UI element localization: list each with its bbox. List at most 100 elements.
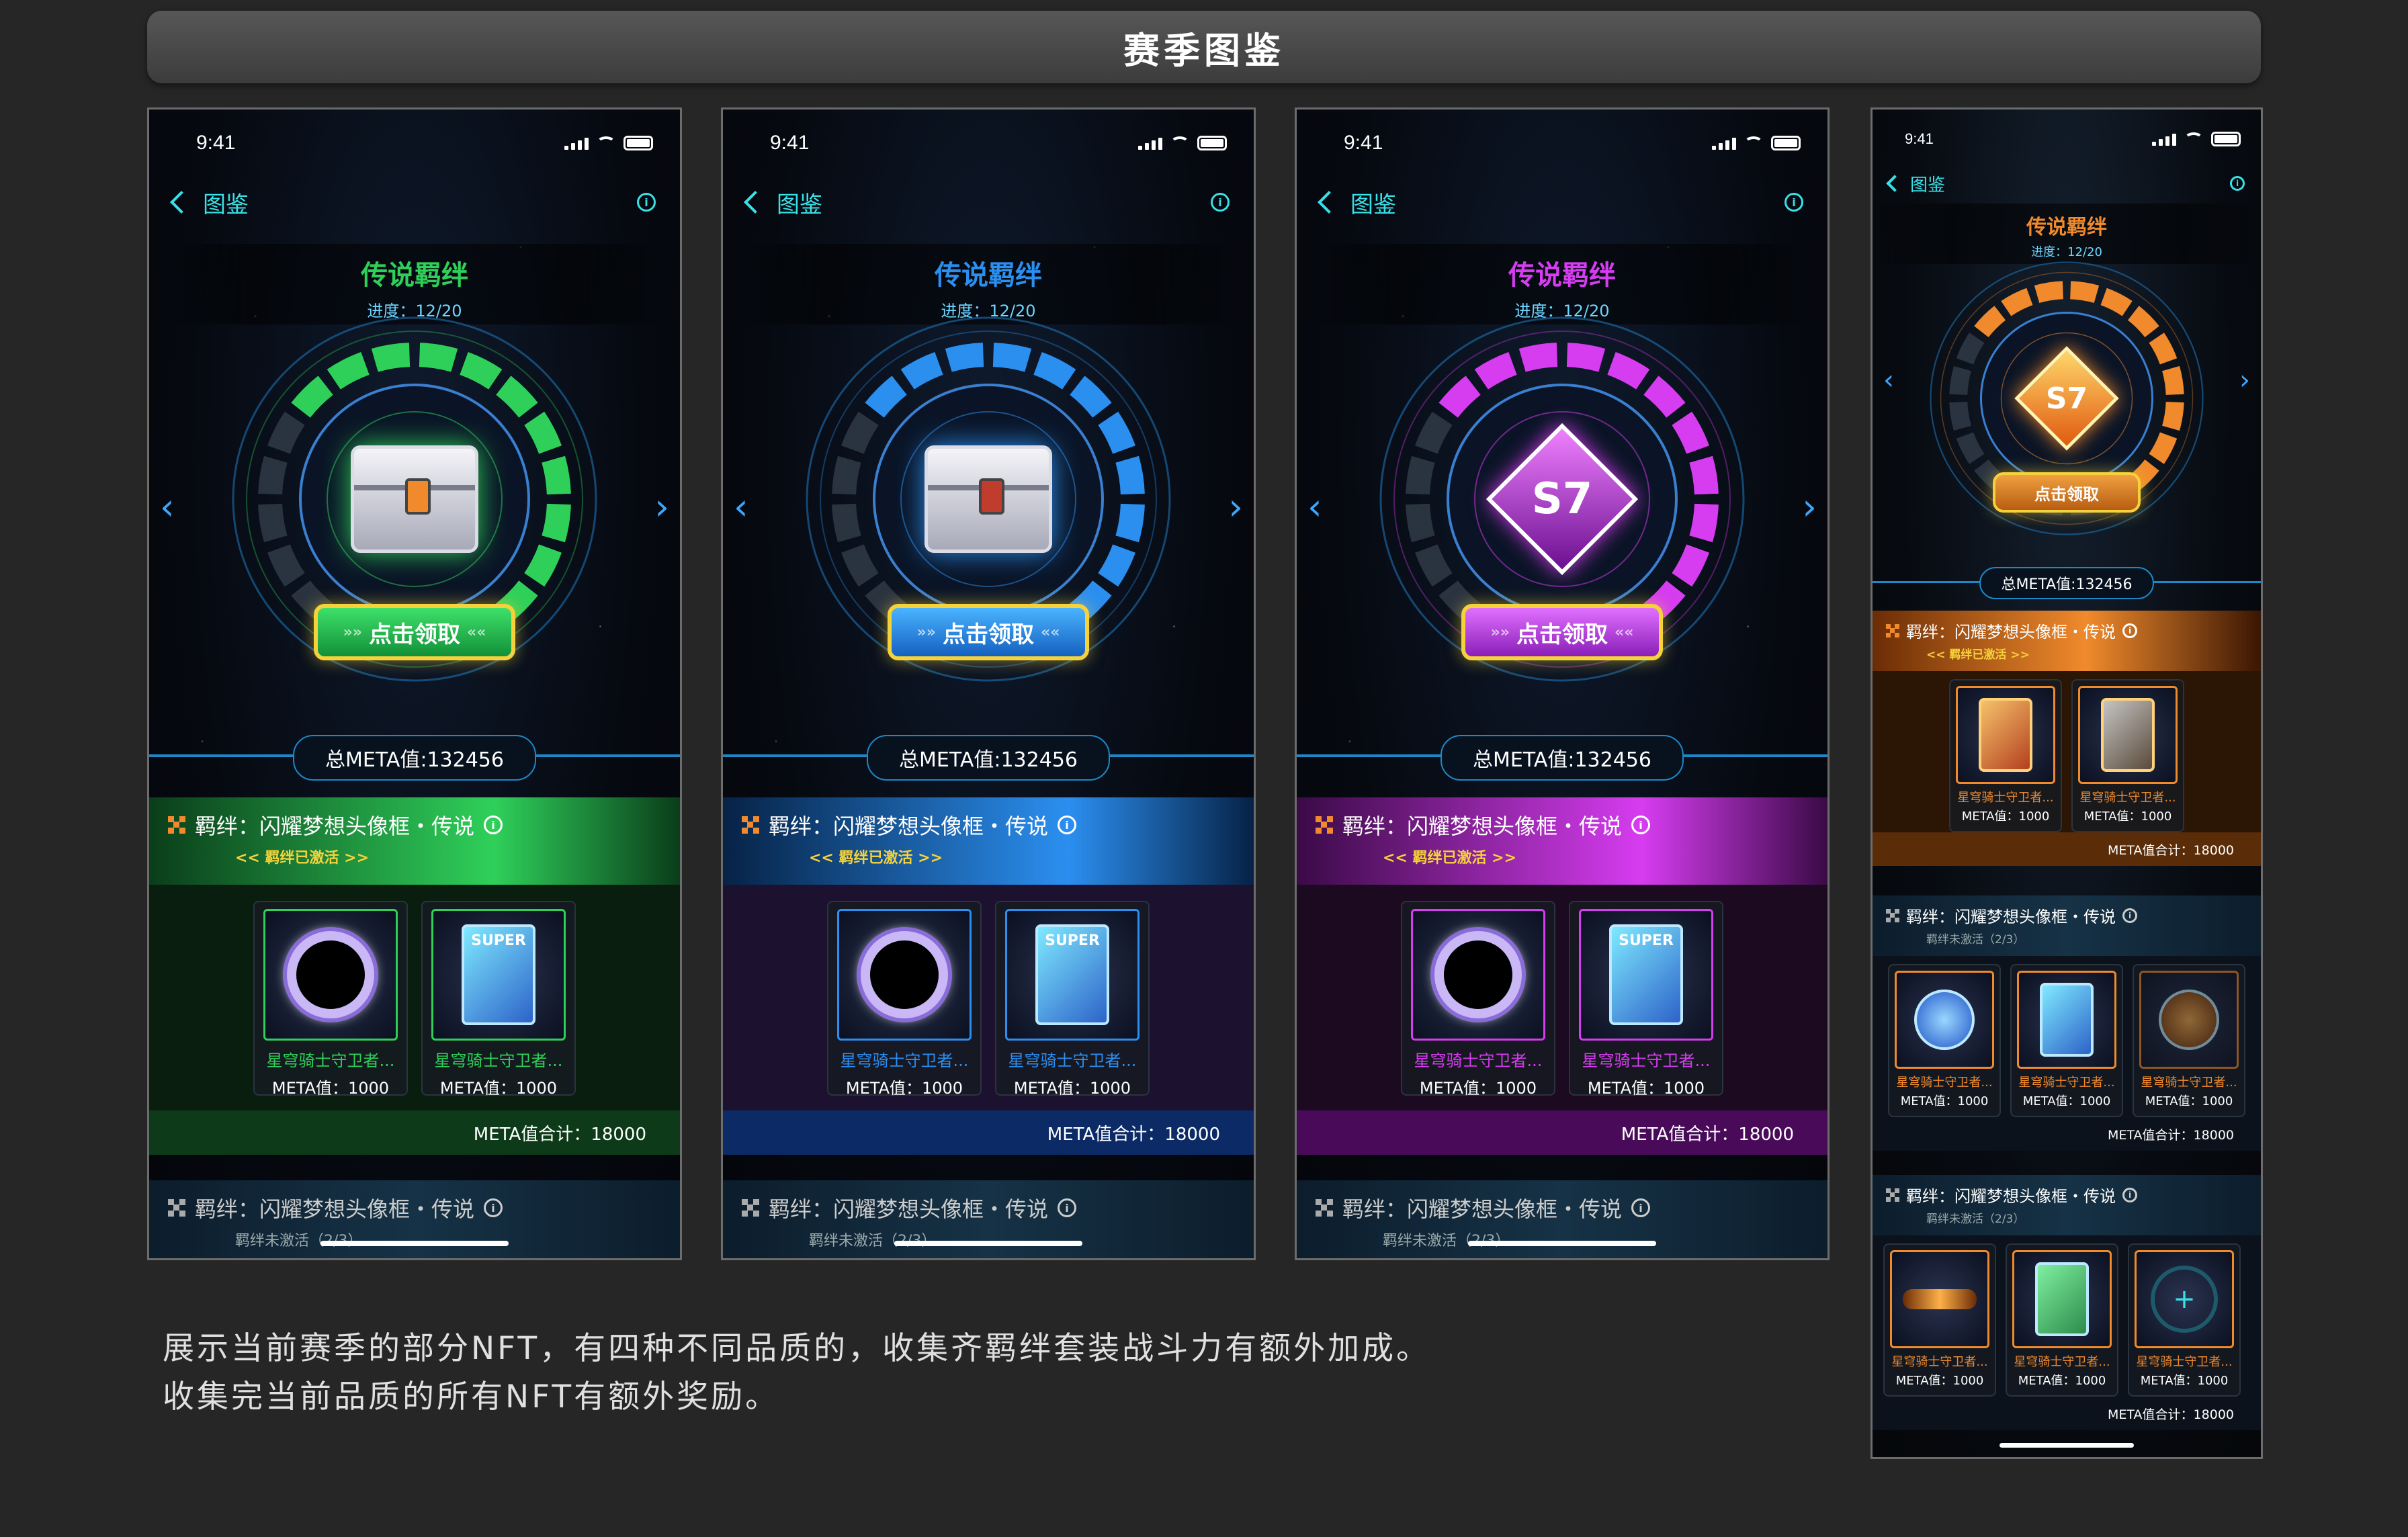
wifi-icon — [2184, 132, 2203, 146]
season-badge-icon: S7 — [1486, 423, 1639, 576]
chevron-right-icon[interactable]: › — [1228, 486, 1243, 528]
nft-meta: META值：1000 — [439, 1079, 558, 1098]
info-icon[interactable]: i — [1211, 193, 1230, 212]
ring-segment — [1956, 333, 1985, 365]
nft-item[interactable]: 星穹骑士守卫者... META值：1000 — [253, 901, 408, 1098]
claim-button[interactable]: »» 点击领取 «« — [314, 604, 515, 660]
nft-item[interactable]: 星穹骑士守卫者... META值：1000 — [1949, 679, 2062, 832]
info-icon[interactable]: i — [637, 193, 656, 212]
nft-item[interactable]: SUPER 星穹骑士守卫者... META值：1000 — [421, 901, 576, 1098]
info-icon[interactable]: i — [2230, 176, 2245, 191]
signal-icon — [1712, 136, 1736, 150]
signal-icon — [2152, 132, 2176, 146]
chevron-right-icon[interactable]: › — [654, 486, 669, 528]
statue-icon — [2101, 698, 2155, 772]
total-meta-strip: 总META值:132456 — [149, 734, 680, 781]
back-button[interactable]: 图鉴 — [1318, 186, 1396, 219]
nft-item[interactable]: 星穹骑士守卫者... META值：1000 — [827, 901, 982, 1098]
info-icon[interactable]: i — [484, 816, 503, 834]
nft-item[interactable]: 星穹骑士守卫者... META值：1000 — [1401, 901, 1555, 1098]
info-icon[interactable]: i — [1058, 816, 1077, 834]
card-text: SUPER — [471, 932, 526, 949]
bond-status: << 羁绊已激活 >> — [1926, 648, 2030, 662]
nft-art — [2139, 971, 2239, 1069]
chevron-left-icon[interactable]: ‹ — [1883, 365, 1894, 396]
battery-icon — [1771, 136, 1801, 150]
avatar-frame-icon — [287, 931, 374, 1018]
chevron-left-icon[interactable]: ‹ — [734, 486, 748, 528]
nft-meta: META值：1000 — [2022, 1094, 2111, 1108]
frame-icon — [1903, 1289, 1977, 1309]
header-title: 传说羁绊 — [935, 260, 1042, 291]
home-indicator — [1468, 1241, 1656, 1246]
nft-item[interactable]: + 星穹骑士守卫者... META值：1000 — [2128, 1243, 2241, 1397]
info-icon[interactable]: i — [1784, 193, 1803, 212]
info-icon[interactable]: i — [484, 1198, 503, 1217]
bond-title: 羁绊：闪耀梦想头像框・传说 — [1906, 1187, 2116, 1206]
bond-section-active: 羁绊：闪耀梦想头像框・传说 i << 羁绊已激活 >> 星穹骑士守卫者... ME… — [1297, 797, 1828, 1155]
chevron-left-icon — [170, 191, 193, 214]
home-indicator — [894, 1241, 1082, 1246]
card-icon — [1979, 698, 2032, 772]
bond-items: 星穹骑士守卫者... META值：1000 星穹骑士守卫者... META值：1… — [1873, 956, 2261, 1117]
ring-segment — [2034, 281, 2064, 304]
status-bar: 9:41 — [1344, 130, 1801, 157]
claim-label: 点击领取 — [369, 621, 460, 648]
total-meta: 总META值:132456 — [1440, 735, 1684, 781]
chevron-right-icon[interactable]: › — [1802, 486, 1817, 528]
ring-segment — [2161, 365, 2184, 396]
battery-icon — [624, 136, 653, 150]
nft-art — [1895, 971, 1994, 1069]
nft-art — [2078, 686, 2178, 784]
nft-item[interactable]: 星穹骑士守卫者... META值：1000 — [1888, 964, 2001, 1117]
nft-item[interactable]: 星穹骑士守卫者... META值：1000 — [2010, 964, 2123, 1117]
info-icon[interactable]: i — [2122, 623, 2137, 638]
info-icon[interactable]: i — [2122, 1187, 2137, 1202]
claim-button[interactable]: »» 点击领取 «« — [1461, 604, 1663, 660]
ring-segment — [2001, 288, 2033, 316]
info-icon[interactable]: i — [2122, 908, 2137, 923]
phone-mockup-blue: 9:41 图鉴 i 传说羁绊 进度：12/20 ‹ › »» 点击领取 «« 总ME… — [721, 107, 1256, 1260]
card-text: SUPER — [1045, 932, 1100, 949]
nft-item[interactable]: 星穹骑士守卫者... META值：1000 — [2071, 679, 2184, 832]
claim-button[interactable]: 点击领取 — [1993, 472, 2141, 513]
back-button[interactable]: 图鉴 — [1886, 171, 1945, 196]
ring-segment — [1974, 306, 2006, 338]
bond-status: 羁绊未激活（2/3） — [1926, 1213, 2025, 1226]
chevron-left-icon[interactable]: ‹ — [1307, 486, 1322, 528]
info-icon[interactable]: i — [1058, 1198, 1077, 1217]
back-button[interactable]: 图鉴 — [744, 186, 822, 219]
chevron-left-icon — [1318, 191, 1340, 214]
claim-button[interactable]: »» 点击领取 «« — [888, 604, 1089, 660]
nft-art: SUPER — [431, 909, 566, 1041]
nft-item[interactable]: SUPER 星穹骑士守卫者... META值：1000 — [1569, 901, 1723, 1098]
chevron-right-icon[interactable]: › — [2239, 365, 2250, 396]
card-icon: SUPER — [1035, 924, 1109, 1025]
total-meta-strip: 总META值:132456 — [723, 734, 1254, 781]
bond-title: 羁绊：闪耀梦想头像框・传说 — [769, 814, 1049, 839]
bond-status: 羁绊未激活（2/3） — [1383, 1233, 1510, 1249]
bond-items: 星穹骑士守卫者... META值：1000 SUPER 星穹骑士守卫者... M… — [1297, 885, 1828, 1110]
info-icon[interactable]: i — [1631, 816, 1651, 834]
emblem-icon — [2159, 990, 2219, 1050]
bond-sum: META值合计：18000 — [149, 1110, 680, 1155]
trophy-icon — [1914, 990, 1975, 1050]
nft-item[interactable]: 星穹骑士守卫者... META值：1000 — [1883, 1243, 1996, 1397]
claim-label: 点击领取 — [943, 621, 1034, 648]
nft-item[interactable]: SUPER 星穹骑士守卫者... META值：1000 — [995, 901, 1150, 1098]
status-bar: 9:41 — [770, 130, 1227, 157]
nft-item[interactable]: 星穹骑士守卫者... META值：1000 — [2006, 1243, 2118, 1397]
card-icon: SUPER — [462, 924, 535, 1025]
nft-item[interactable]: 星穹骑士守卫者... META值：1000 — [2133, 964, 2245, 1117]
nft-name: 星穹骑士守卫者... — [1957, 791, 2054, 805]
bond-header: 羁绊：闪耀梦想头像框・传说 i << 羁绊已激活 >> — [1297, 797, 1828, 885]
nft-name: 星穹骑士守卫者... — [840, 1051, 969, 1070]
nft-name: 星穹骑士守卫者... — [1008, 1051, 1137, 1070]
nav-bar: 图鉴 i — [744, 182, 1230, 222]
total-meta: 总META值:132456 — [293, 735, 536, 781]
info-icon[interactable]: i — [1631, 1198, 1651, 1217]
back-button[interactable]: 图鉴 — [170, 186, 249, 219]
nft-meta: META值：1000 — [1895, 1374, 1984, 1388]
chevron-left-icon[interactable]: ‹ — [160, 486, 175, 528]
page-title: 赛季图鉴 — [1123, 29, 1285, 72]
